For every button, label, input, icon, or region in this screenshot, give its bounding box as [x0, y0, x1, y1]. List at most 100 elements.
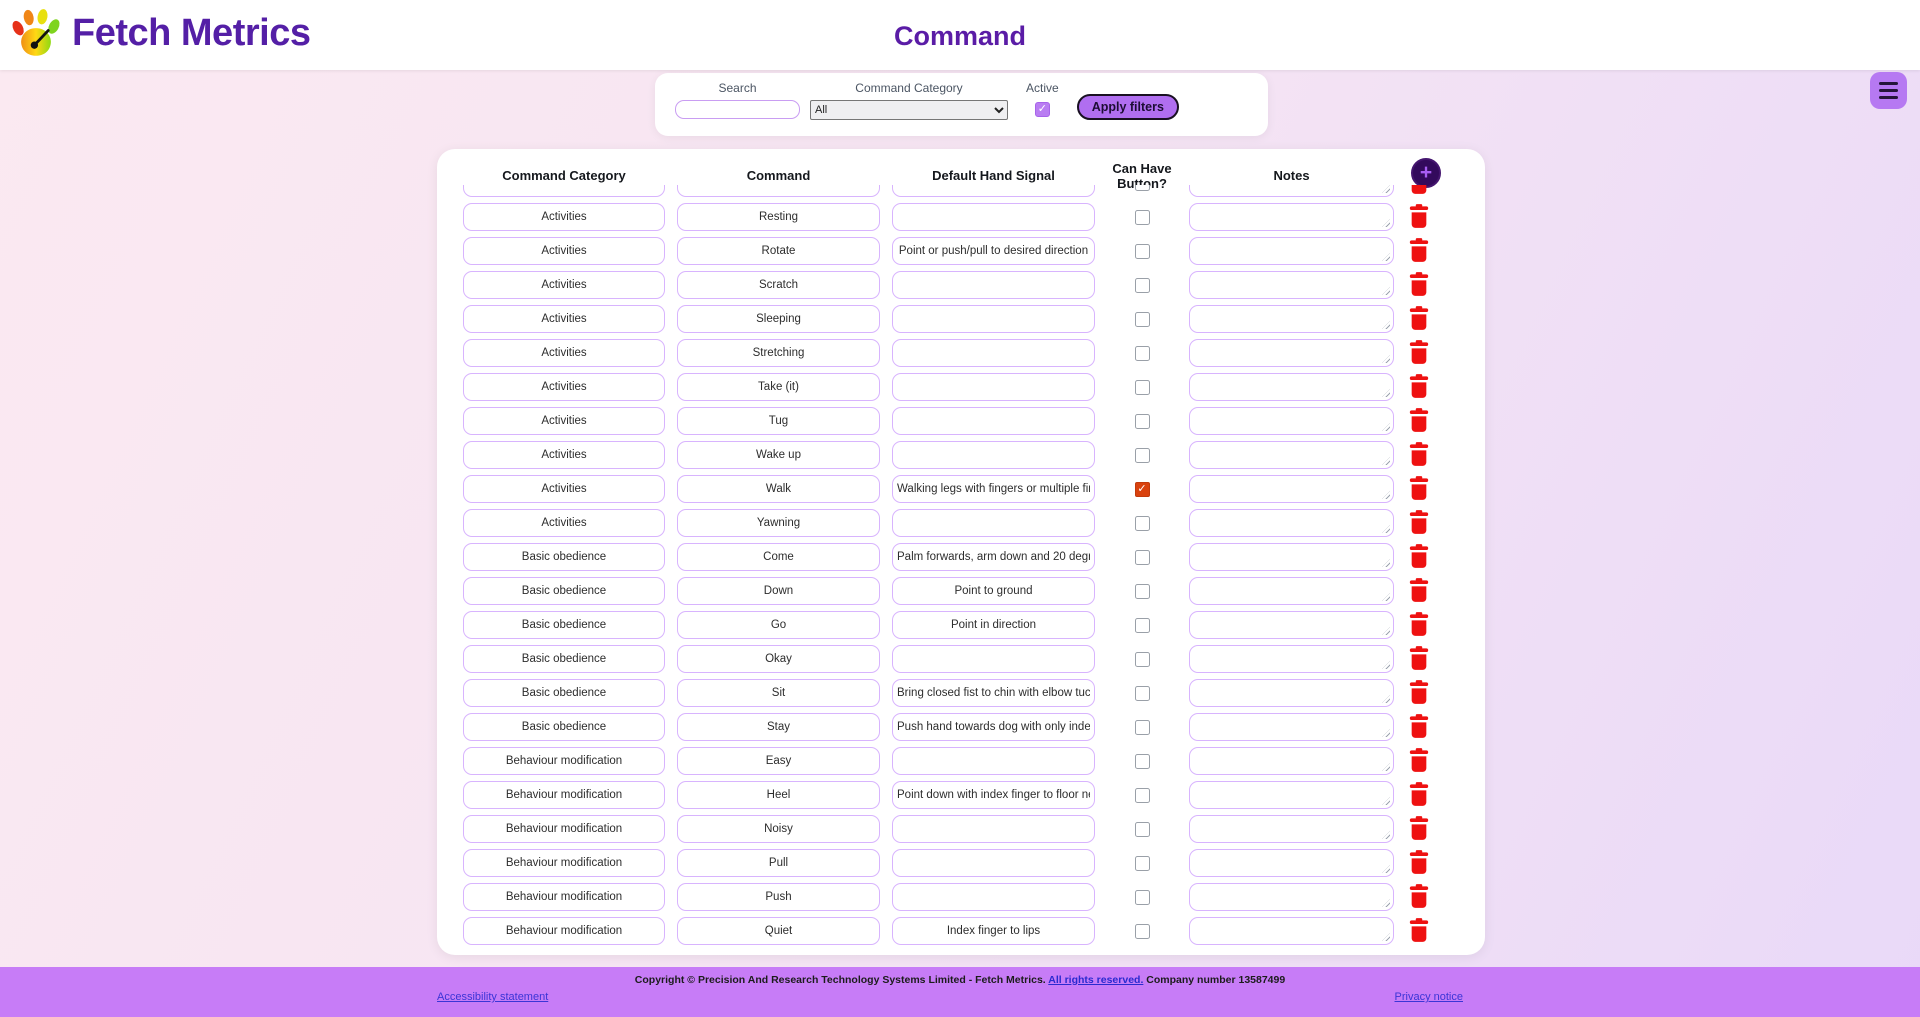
notes-textarea[interactable]	[1189, 577, 1394, 605]
active-checkbox[interactable]	[1035, 102, 1050, 117]
command-category-input[interactable]	[463, 271, 665, 299]
command-category-input[interactable]	[463, 781, 665, 809]
hand-signal-input[interactable]	[892, 475, 1095, 503]
notes-textarea[interactable]	[1189, 611, 1394, 639]
command-category-input[interactable]	[463, 407, 665, 435]
notes-textarea[interactable]	[1189, 917, 1394, 945]
notes-textarea[interactable]	[1189, 509, 1394, 537]
hand-signal-input[interactable]	[892, 185, 1095, 197]
hand-signal-input[interactable]	[892, 407, 1095, 435]
resize-handle-icon[interactable]	[1382, 797, 1390, 805]
delete-row-button[interactable]	[1406, 543, 1432, 571]
can-have-button-checkbox[interactable]	[1135, 856, 1150, 871]
hand-signal-input[interactable]	[892, 679, 1095, 707]
command-input[interactable]	[677, 203, 880, 231]
command-input[interactable]	[677, 237, 880, 265]
can-have-button-checkbox[interactable]	[1135, 482, 1150, 497]
hand-signal-input[interactable]	[892, 815, 1095, 843]
hand-signal-input[interactable]	[892, 305, 1095, 333]
notes-textarea[interactable]	[1189, 849, 1394, 877]
command-category-input[interactable]	[463, 475, 665, 503]
notes-textarea[interactable]	[1189, 203, 1394, 231]
resize-handle-icon[interactable]	[1382, 763, 1390, 771]
can-have-button-checkbox[interactable]	[1135, 822, 1150, 837]
resize-handle-icon[interactable]	[1382, 933, 1390, 941]
resize-handle-icon[interactable]	[1382, 525, 1390, 533]
notes-textarea[interactable]	[1189, 747, 1394, 775]
resize-handle-icon[interactable]	[1382, 899, 1390, 907]
delete-row-button[interactable]	[1406, 713, 1432, 741]
delete-row-button[interactable]	[1406, 203, 1432, 231]
hand-signal-input[interactable]	[892, 781, 1095, 809]
add-row-button[interactable]: +	[1411, 158, 1441, 188]
delete-row-button[interactable]	[1406, 339, 1432, 367]
notes-textarea[interactable]	[1189, 815, 1394, 843]
can-have-button-checkbox[interactable]	[1135, 788, 1150, 803]
hand-signal-input[interactable]	[892, 237, 1095, 265]
notes-textarea[interactable]	[1189, 185, 1394, 197]
delete-row-button[interactable]	[1406, 271, 1432, 299]
delete-row-button[interactable]	[1406, 781, 1432, 809]
all-rights-reserved-link[interactable]: All rights reserved.	[1048, 974, 1143, 986]
resize-handle-icon[interactable]	[1382, 831, 1390, 839]
resize-handle-icon[interactable]	[1382, 321, 1390, 329]
notes-textarea[interactable]	[1189, 373, 1394, 401]
command-category-input[interactable]	[463, 543, 665, 571]
can-have-button-checkbox[interactable]	[1135, 652, 1150, 667]
command-input[interactable]	[677, 713, 880, 741]
notes-textarea[interactable]	[1189, 339, 1394, 367]
command-input[interactable]	[677, 611, 880, 639]
notes-textarea[interactable]	[1189, 441, 1394, 469]
hand-signal-input[interactable]	[892, 849, 1095, 877]
command-input[interactable]	[677, 747, 880, 775]
hand-signal-input[interactable]	[892, 373, 1095, 401]
hand-signal-input[interactable]	[892, 339, 1095, 367]
hand-signal-input[interactable]	[892, 747, 1095, 775]
can-have-button-checkbox[interactable]	[1135, 185, 1150, 191]
notes-textarea[interactable]	[1189, 543, 1394, 571]
resize-handle-icon[interactable]	[1382, 627, 1390, 635]
command-category-input[interactable]	[463, 713, 665, 741]
can-have-button-checkbox[interactable]	[1135, 754, 1150, 769]
resize-handle-icon[interactable]	[1382, 729, 1390, 737]
command-category-input[interactable]	[463, 339, 665, 367]
resize-handle-icon[interactable]	[1382, 287, 1390, 295]
delete-row-button[interactable]	[1406, 407, 1432, 435]
hand-signal-input[interactable]	[892, 509, 1095, 537]
command-input[interactable]	[677, 645, 880, 673]
privacy-notice-link[interactable]: Privacy notice	[1395, 991, 1463, 1003]
command-input[interactable]	[677, 407, 880, 435]
delete-row-button[interactable]	[1406, 373, 1432, 401]
command-category-input[interactable]	[463, 747, 665, 775]
can-have-button-checkbox[interactable]	[1135, 686, 1150, 701]
can-have-button-checkbox[interactable]	[1135, 244, 1150, 259]
hand-signal-input[interactable]	[892, 271, 1095, 299]
hand-signal-input[interactable]	[892, 645, 1095, 673]
delete-row-button[interactable]	[1406, 611, 1432, 639]
hand-signal-input[interactable]	[892, 883, 1095, 911]
command-input[interactable]	[677, 883, 880, 911]
notes-textarea[interactable]	[1189, 781, 1394, 809]
command-category-input[interactable]	[463, 237, 665, 265]
delete-row-button[interactable]	[1406, 577, 1432, 605]
can-have-button-checkbox[interactable]	[1135, 210, 1150, 225]
delete-row-button[interactable]	[1406, 883, 1432, 911]
command-category-input[interactable]	[463, 185, 665, 197]
command-category-input[interactable]	[463, 883, 665, 911]
table-rows-scroll-area[interactable]	[437, 185, 1485, 951]
can-have-button-checkbox[interactable]	[1135, 278, 1150, 293]
resize-handle-icon[interactable]	[1382, 457, 1390, 465]
command-category-input[interactable]	[463, 611, 665, 639]
command-input[interactable]	[677, 271, 880, 299]
delete-row-button[interactable]	[1406, 475, 1432, 503]
command-category-select[interactable]: All	[810, 100, 1008, 120]
command-category-input[interactable]	[463, 441, 665, 469]
notes-textarea[interactable]	[1189, 883, 1394, 911]
command-category-input[interactable]	[463, 509, 665, 537]
notes-textarea[interactable]	[1189, 475, 1394, 503]
can-have-button-checkbox[interactable]	[1135, 924, 1150, 939]
delete-row-button[interactable]	[1406, 679, 1432, 707]
command-input[interactable]	[677, 679, 880, 707]
resize-handle-icon[interactable]	[1382, 355, 1390, 363]
delete-row-button[interactable]	[1406, 747, 1432, 775]
